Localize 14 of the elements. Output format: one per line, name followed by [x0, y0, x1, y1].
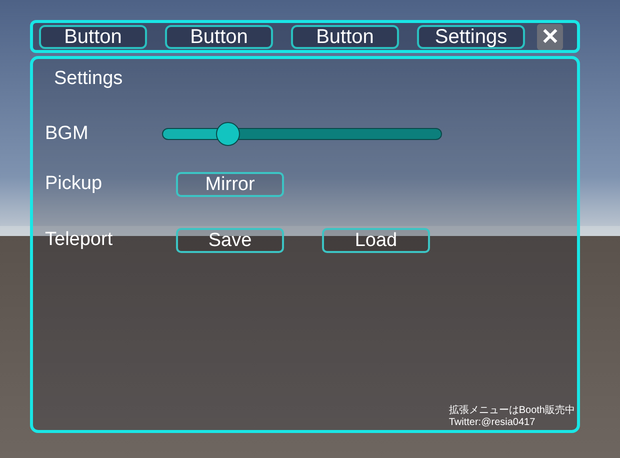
credit-text: Twitter:@resia0417: [448, 417, 536, 429]
action-button[interactable]: Save: [176, 228, 284, 252]
row-label: BGM: [45, 122, 90, 146]
slider[interactable]: [162, 122, 442, 146]
menu-button[interactable]: Settings: [417, 24, 525, 48]
credit-text: 拡張メニューはBooth販売中: [448, 405, 575, 417]
action-button[interactable]: Load: [322, 228, 430, 252]
close-button[interactable]: ✕: [537, 24, 563, 50]
action-button[interactable]: Mirror: [176, 172, 284, 196]
menu-button[interactable]: Button: [165, 24, 273, 48]
menu-button[interactable]: Button: [39, 24, 147, 48]
row-label: Pickup: [45, 172, 104, 196]
panel-title: Settings: [54, 67, 123, 91]
menu-button[interactable]: Button: [291, 24, 399, 48]
